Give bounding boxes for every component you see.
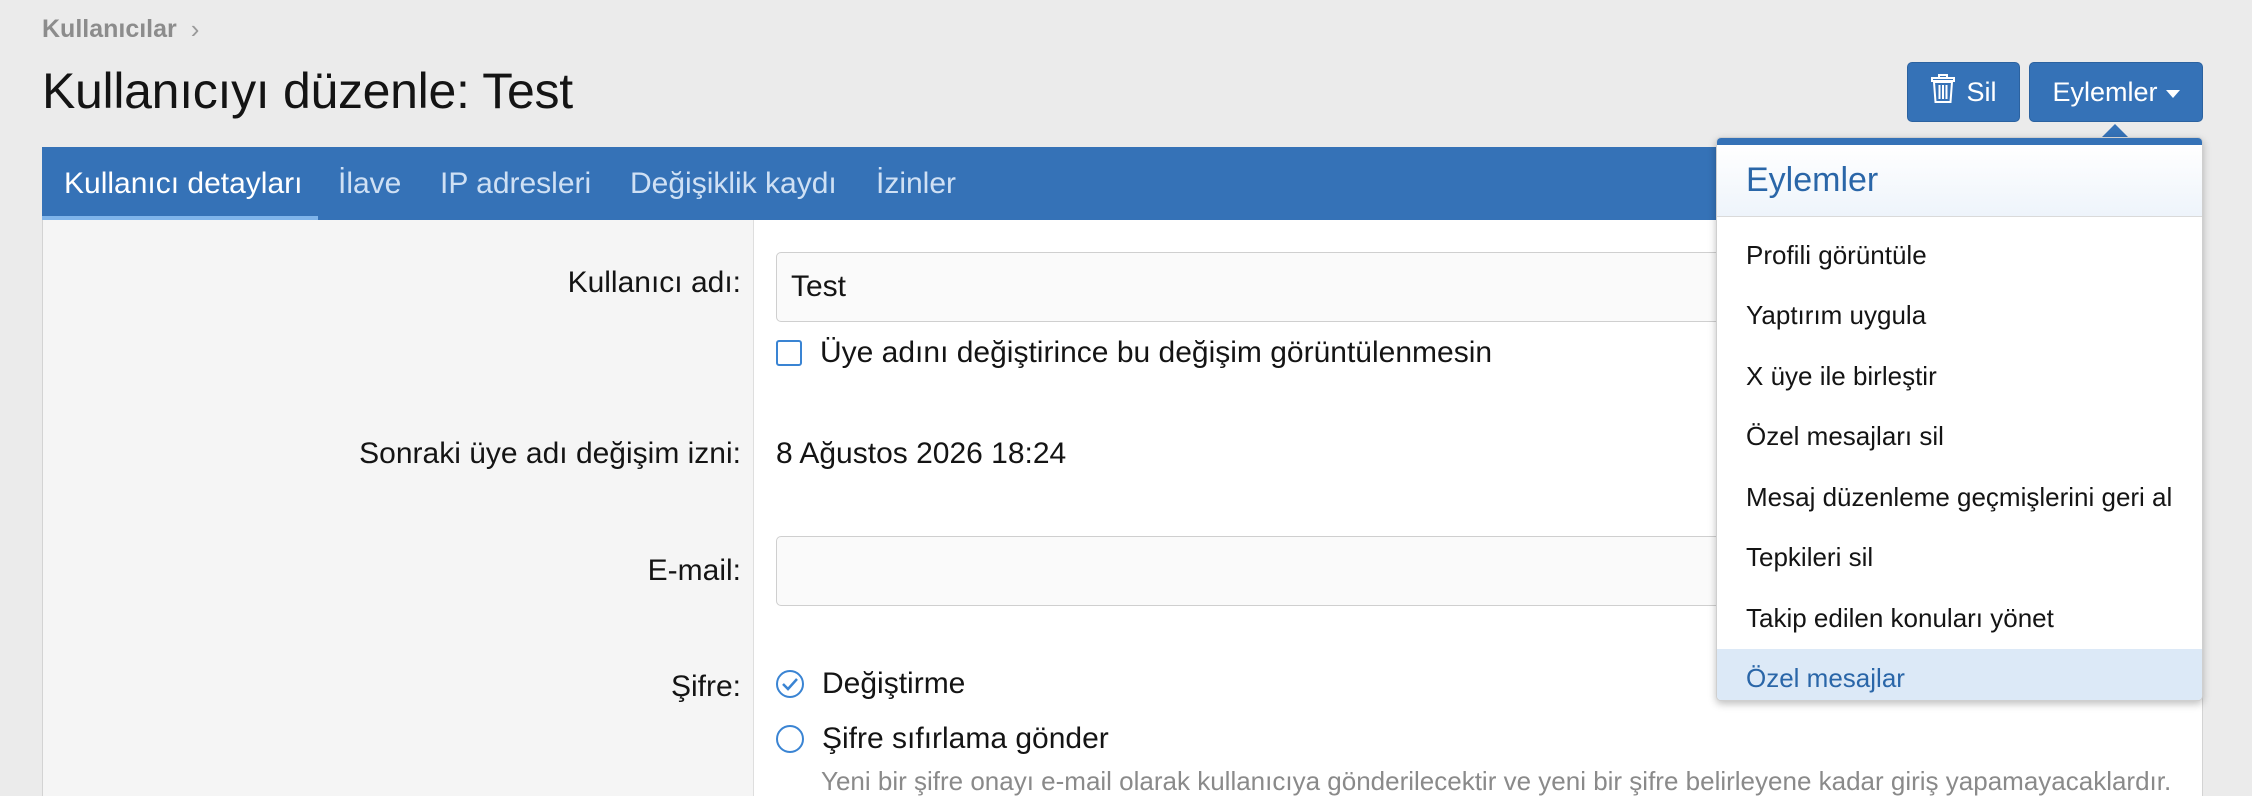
delete-button-label: Sil	[1966, 76, 1997, 107]
delete-button[interactable]: Sil	[1907, 62, 2020, 122]
tab-user-details[interactable]: Kullanıcı detayları	[64, 147, 302, 220]
password-option-keep-label: Değiştirme	[822, 667, 966, 700]
password-option-reset-label: Şifre sıfırlama gönder	[822, 722, 1109, 755]
actions-button[interactable]: Eylemler	[2029, 62, 2203, 122]
trash-icon	[1930, 73, 1956, 111]
menu-pointer	[2101, 124, 2129, 138]
next-username-change-label: Sonraki üye adı değişim izni:	[359, 437, 741, 470]
menu-item-merge-user[interactable]: X üye ile birleştir	[1717, 346, 2202, 407]
actions-button-label: Eylemler	[2052, 76, 2158, 107]
tab-permissions[interactable]: İzinler	[876, 147, 956, 220]
tab-ip-addresses[interactable]: IP adresleri	[440, 147, 591, 220]
username-label: Kullanıcı adı:	[567, 266, 741, 299]
menu-item-view-profile[interactable]: Profili görüntüle	[1717, 225, 2202, 286]
menu-item-conversations[interactable]: Özel mesajlar	[1717, 648, 2202, 700]
hide-username-change-option[interactable]: Üye adını değiştirince bu değişim görünt…	[776, 336, 1492, 370]
tab-change-log[interactable]: Değişiklik kaydı	[630, 147, 837, 220]
password-reset-hint: Yeni bir şifre onayı e-mail olarak kulla…	[821, 766, 2172, 796]
breadcrumb-link-users[interactable]: Kullanıcılar	[42, 15, 177, 44]
password-label: Şifre:	[670, 670, 741, 703]
menu-top-accent	[1717, 138, 2202, 145]
actions-menu-title: Eylemler	[1717, 145, 2202, 217]
email-label: E-mail:	[647, 554, 741, 587]
page-title: Kullanıcıyı düzenle: Test	[42, 63, 573, 119]
hide-username-change-label: Üye adını değiştirince bu değişim görünt…	[820, 336, 1493, 369]
menu-item-delete-reactions[interactable]: Tepkileri sil	[1717, 528, 2202, 589]
menu-item-apply-sanction[interactable]: Yaptırım uygula	[1717, 286, 2202, 347]
menu-item-revert-edits[interactable]: Mesaj düzenleme geçmişlerini geri al	[1717, 467, 2202, 528]
menu-item-manage-watched-threads[interactable]: Takip edilen konuları yönet	[1717, 588, 2202, 649]
chevron-right-icon: ›	[190, 14, 200, 44]
breadcrumb: Kullanıcılar ›	[42, 14, 199, 45]
caret-down-icon	[2165, 89, 2180, 98]
radio-unselected[interactable]	[776, 725, 804, 753]
label-column	[43, 220, 754, 796]
menu-item-delete-conversations[interactable]: Özel mesajları sil	[1717, 407, 2202, 468]
actions-menu: Eylemler Profili görüntüle Yaptırım uygu…	[1716, 137, 2203, 701]
password-option-keep[interactable]: Değiştirme	[776, 667, 965, 701]
next-username-change-value: 8 Ağustos 2026 18:24	[776, 437, 1067, 470]
password-option-reset[interactable]: Şifre sıfırlama gönder	[776, 722, 1109, 756]
check-circle-icon[interactable]	[776, 670, 804, 698]
tab-extra[interactable]: İlave	[338, 147, 401, 220]
actions-menu-list: Profili görüntüle Yaptırım uygula X üye …	[1717, 217, 2202, 700]
hide-username-change-checkbox[interactable]	[776, 340, 802, 366]
